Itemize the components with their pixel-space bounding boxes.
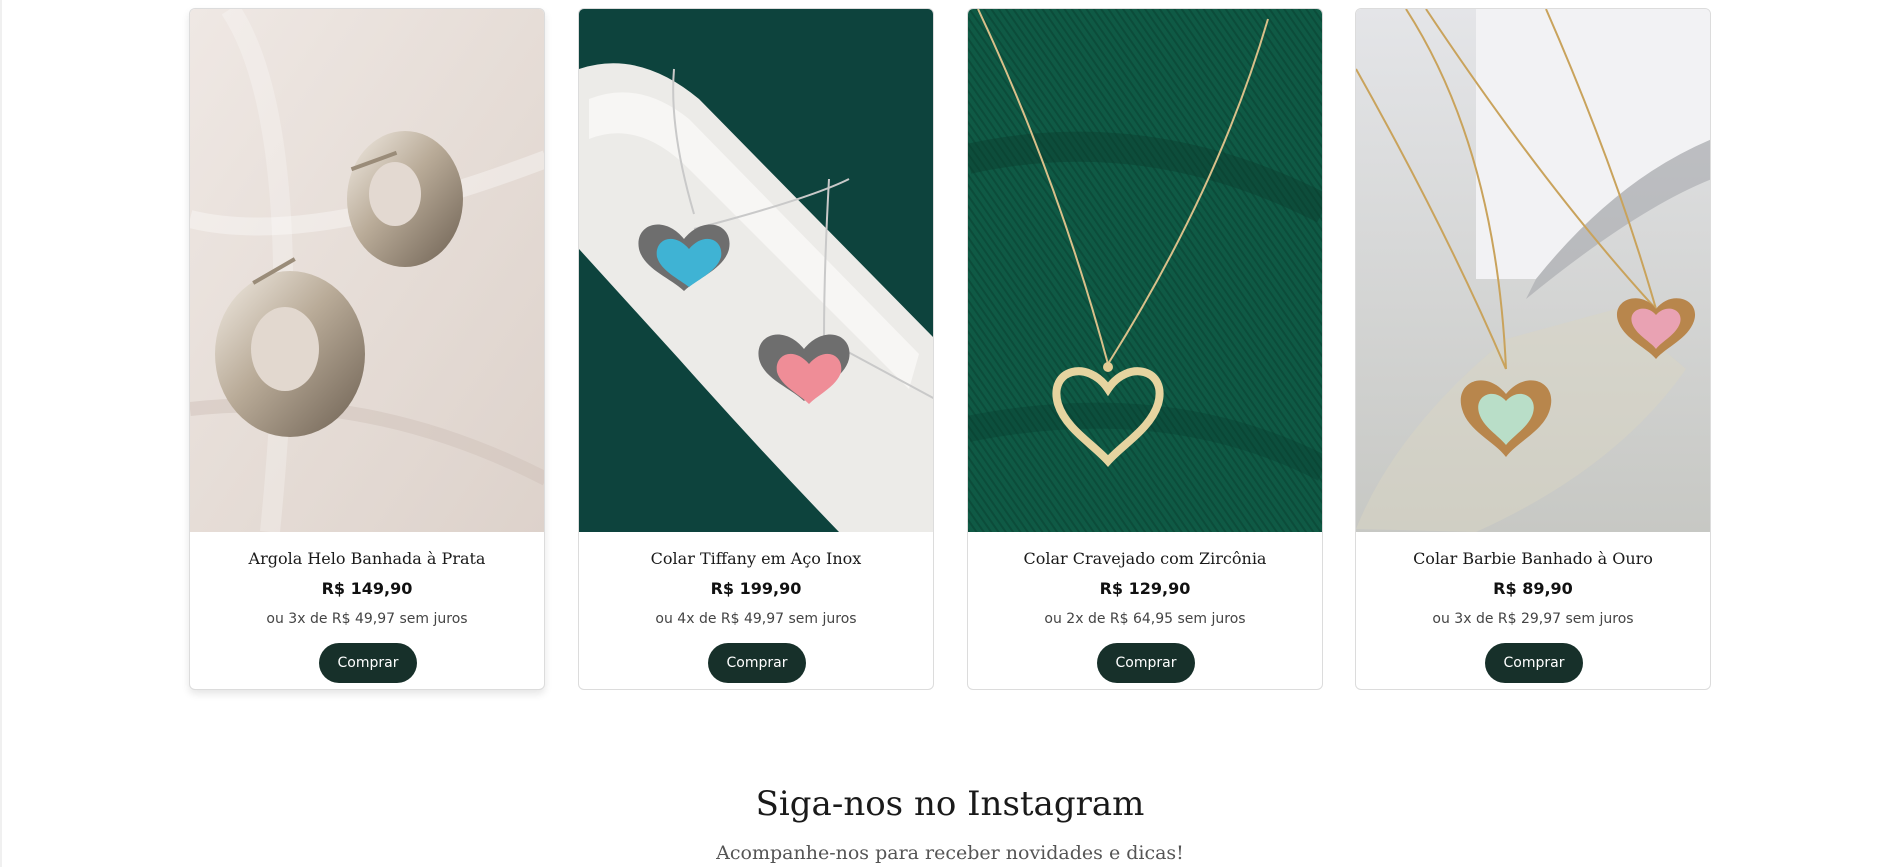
product-grid: Argola Helo Banhada à Prata R$ 149,90 ou…: [189, 8, 1714, 691]
buy-button[interactable]: Comprar: [708, 643, 806, 683]
product-card[interactable]: Colar Tiffany em Aço Inox R$ 199,90 ou 4…: [578, 8, 934, 690]
buy-button[interactable]: Comprar: [1097, 643, 1195, 683]
instagram-section-title: Siga-nos no Instagram: [755, 784, 1145, 824]
product-image[interactable]: [1356, 9, 1710, 532]
instagram-section-subtitle: Acompanhe-nos para receber novidades e d…: [716, 842, 1184, 864]
product-name[interactable]: Colar Barbie Banhado à Ouro: [1356, 549, 1710, 568]
product-name[interactable]: Colar Tiffany em Aço Inox: [579, 549, 933, 568]
product-price: R$ 89,90: [1493, 579, 1573, 598]
product-price: R$ 199,90: [710, 579, 802, 598]
product-image[interactable]: [190, 9, 544, 532]
product-image[interactable]: [968, 9, 1322, 532]
buy-button[interactable]: Comprar: [319, 643, 417, 683]
product-card[interactable]: Argola Helo Banhada à Prata R$ 149,90 ou…: [189, 8, 545, 690]
product-card[interactable]: Colar Cravejado com Zircônia R$ 129,90 o…: [967, 8, 1323, 690]
product-installments: ou 3x de R$ 49,97 sem juros: [266, 611, 468, 627]
page-left-edge: [0, 0, 2, 867]
buy-button[interactable]: Comprar: [1485, 643, 1583, 683]
product-image[interactable]: [579, 9, 933, 532]
product-name[interactable]: Argola Helo Banhada à Prata: [190, 549, 544, 568]
product-installments: ou 4x de R$ 49,97 sem juros: [655, 611, 857, 627]
product-price: R$ 149,90: [321, 579, 413, 598]
product-card[interactable]: Colar Barbie Banhado à Ouro R$ 89,90 ou …: [1355, 8, 1711, 690]
product-installments: ou 3x de R$ 29,97 sem juros: [1432, 611, 1634, 627]
product-installments: ou 2x de R$ 64,95 sem juros: [1044, 611, 1246, 627]
product-price: R$ 129,90: [1099, 579, 1191, 598]
product-name[interactable]: Colar Cravejado com Zircônia: [968, 549, 1322, 568]
